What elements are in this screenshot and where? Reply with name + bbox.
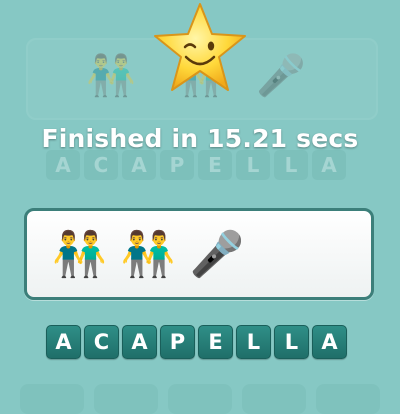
ghost-tile: E bbox=[198, 150, 232, 180]
answer-tile[interactable]: L bbox=[236, 325, 271, 359]
answer-tile[interactable]: P bbox=[160, 325, 195, 359]
answer-tile[interactable]: C bbox=[84, 325, 119, 359]
ghost-tile: C bbox=[84, 150, 118, 180]
finished-time-text: Finished in 15.21 secs bbox=[41, 124, 359, 153]
ghost-answer-tiles: A C A P E L L A bbox=[46, 150, 346, 180]
ghost-tile: P bbox=[160, 150, 194, 180]
answer-tile[interactable]: A bbox=[122, 325, 157, 359]
winking-star-icon bbox=[154, 3, 246, 91]
ghost-tile: L bbox=[274, 150, 308, 180]
answer-tile[interactable]: A bbox=[46, 325, 81, 359]
answer-tiles: A C A P E L L A bbox=[46, 325, 347, 359]
puzzle-emoji-row: 👬 👬 🎤 bbox=[52, 220, 352, 290]
ghost-tile: A bbox=[312, 150, 346, 180]
ghost-two-men-icon: 👬 bbox=[86, 53, 136, 99]
ghost-microphone-icon: 🎤 bbox=[256, 53, 306, 99]
answer-tile[interactable]: A bbox=[312, 325, 347, 359]
two-men-holding-hands-icon: 👬 bbox=[52, 229, 107, 280]
microphone-with-music-notes-icon: 🎤 bbox=[189, 229, 245, 280]
ghost-tile: A bbox=[122, 150, 156, 180]
answer-tile[interactable]: L bbox=[274, 325, 309, 359]
ghost-tile: A bbox=[46, 150, 80, 180]
ghost-tile: L bbox=[236, 150, 270, 180]
ghost-bottom-toolbar bbox=[0, 378, 400, 414]
two-men-holding-hands-icon: 👬 bbox=[120, 229, 176, 280]
answer-tile[interactable]: E bbox=[198, 325, 233, 359]
